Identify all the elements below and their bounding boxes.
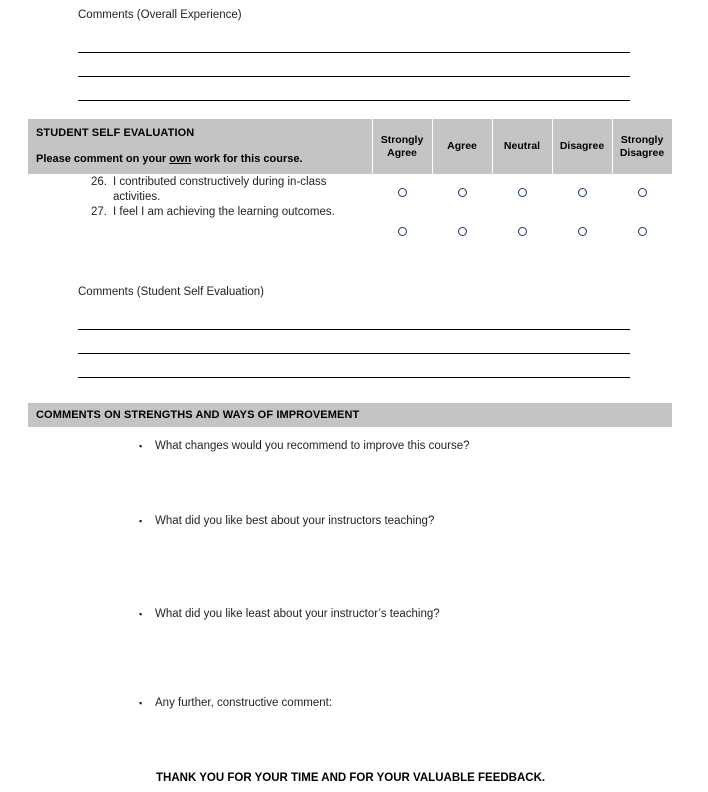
radio-slot-q27-neutral [492, 202, 552, 241]
overall-comments-block: Comments (Overall Experience) [78, 8, 242, 22]
radio-button-q26-disagree[interactable] [577, 188, 587, 197]
survey-page: Comments (Overall Experience) STUDENT SE… [0, 0, 708, 792]
scale-header-disagree: Disagree [551, 118, 613, 175]
student-self-evaluation-table: STUDENT SELF EVALUATION Please comment o… [28, 118, 673, 241]
square-bullet-icon: ▪ [139, 609, 143, 619]
strengths-question-3: What did you like least about your instr… [155, 608, 440, 620]
strengths-section-heading: COMMENTS ON STRENGTHS AND WAYS OF IMPROV… [36, 409, 360, 421]
radio-button-q26-neutral[interactable] [517, 188, 527, 197]
radio-button-q27-agree[interactable] [457, 227, 467, 236]
self-eval-comments-rule-3[interactable] [78, 377, 630, 378]
scale-header-strongly-agree: Strongly Agree [371, 118, 433, 175]
square-bullet-icon: ▪ [139, 516, 143, 526]
self-eval-comments-rule-2[interactable] [78, 353, 630, 354]
strengths-question-2: What did you like best about your instru… [155, 515, 435, 527]
overall-comments-rule-2[interactable] [78, 76, 630, 77]
list-item: ▪ Any further, constructive comment: [139, 696, 332, 711]
radio-column-agree [432, 174, 492, 241]
table-row: 27. I feel I am achieving the learning o… [28, 205, 372, 220]
strengths-question-4: Any further, constructive comment: [155, 697, 333, 709]
radio-slot-q26-agree [432, 175, 492, 202]
self-evaluation-subtitle: Please comment on your own work for this… [36, 153, 372, 166]
radio-column-disagree [552, 174, 612, 241]
overall-comments-rule-1[interactable] [78, 52, 630, 53]
self-eval-comments-label: Comments (Student Self Evaluation) [78, 286, 265, 298]
radio-button-q26-agree[interactable] [457, 188, 467, 197]
self-evaluation-title-cell: STUDENT SELF EVALUATION Please comment o… [28, 118, 373, 175]
radio-button-q26-strongly-agree[interactable] [397, 188, 407, 197]
question-number-27: 27. [91, 206, 107, 218]
self-eval-comments-block: Comments (Student Self Evaluation) [78, 285, 264, 299]
radio-slot-q26-neutral [492, 175, 552, 202]
eval-table-header-row: STUDENT SELF EVALUATION Please comment o… [28, 118, 673, 175]
self-evaluation-title: STUDENT SELF EVALUATION [36, 127, 195, 139]
radio-column-strongly-agree [372, 174, 432, 241]
radio-slot-q27-strongly-agree [372, 202, 432, 241]
square-bullet-icon: ▪ [139, 698, 143, 708]
radio-column-strongly-disagree [612, 174, 672, 241]
subtitle-underlined: own [169, 153, 192, 165]
radio-slot-q27-strongly-disagree [612, 202, 672, 241]
question-text-27: I feel I am achieving the learning outco… [113, 206, 335, 218]
subtitle-suffix: work for this course. [191, 153, 303, 165]
list-item: ▪ What did you like least about your ins… [139, 607, 440, 622]
scale-header-agree: Agree [431, 118, 493, 175]
radio-button-q27-strongly-agree[interactable] [397, 227, 407, 236]
scale-header-neutral: Neutral [491, 118, 553, 175]
radio-slot-q26-strongly-agree [372, 175, 432, 202]
list-item: ▪ What did you like best about your inst… [139, 514, 434, 529]
radio-button-q26-strongly-disagree[interactable] [637, 188, 647, 197]
subtitle-prefix: Please comment on your [36, 153, 170, 165]
radio-button-q27-strongly-disagree[interactable] [637, 227, 647, 236]
scale-header-strongly-disagree: Strongly Disagree [611, 118, 673, 175]
list-item: ▪ What changes would you recommend to im… [139, 439, 470, 454]
overall-comments-label: Comments (Overall Experience) [78, 9, 242, 21]
radio-slot-q26-disagree [552, 175, 612, 202]
strengths-question-1: What changes would you recommend to impr… [155, 440, 470, 452]
questions-cell: 26. I contributed constructively during … [28, 174, 372, 241]
radio-button-q27-neutral[interactable] [517, 227, 527, 236]
question-number-26: 26. [91, 176, 107, 188]
eval-table-questions-row: 26. I contributed constructively during … [28, 174, 672, 241]
overall-comments-rule-3[interactable] [78, 100, 630, 101]
radio-slot-q27-agree [432, 202, 492, 241]
table-row: 26. I contributed constructively during … [28, 175, 372, 205]
question-text-26: I contributed constructively during in-c… [113, 176, 327, 203]
radio-slot-q26-strongly-disagree [612, 175, 672, 202]
square-bullet-icon: ▪ [139, 441, 143, 451]
radio-button-q27-disagree[interactable] [577, 227, 587, 236]
self-eval-comments-rule-1[interactable] [78, 329, 630, 330]
thank-you-message: THANK YOU FOR YOUR TIME AND FOR YOUR VAL… [156, 772, 546, 784]
radio-column-neutral [492, 174, 552, 241]
radio-slot-q27-disagree [552, 202, 612, 241]
